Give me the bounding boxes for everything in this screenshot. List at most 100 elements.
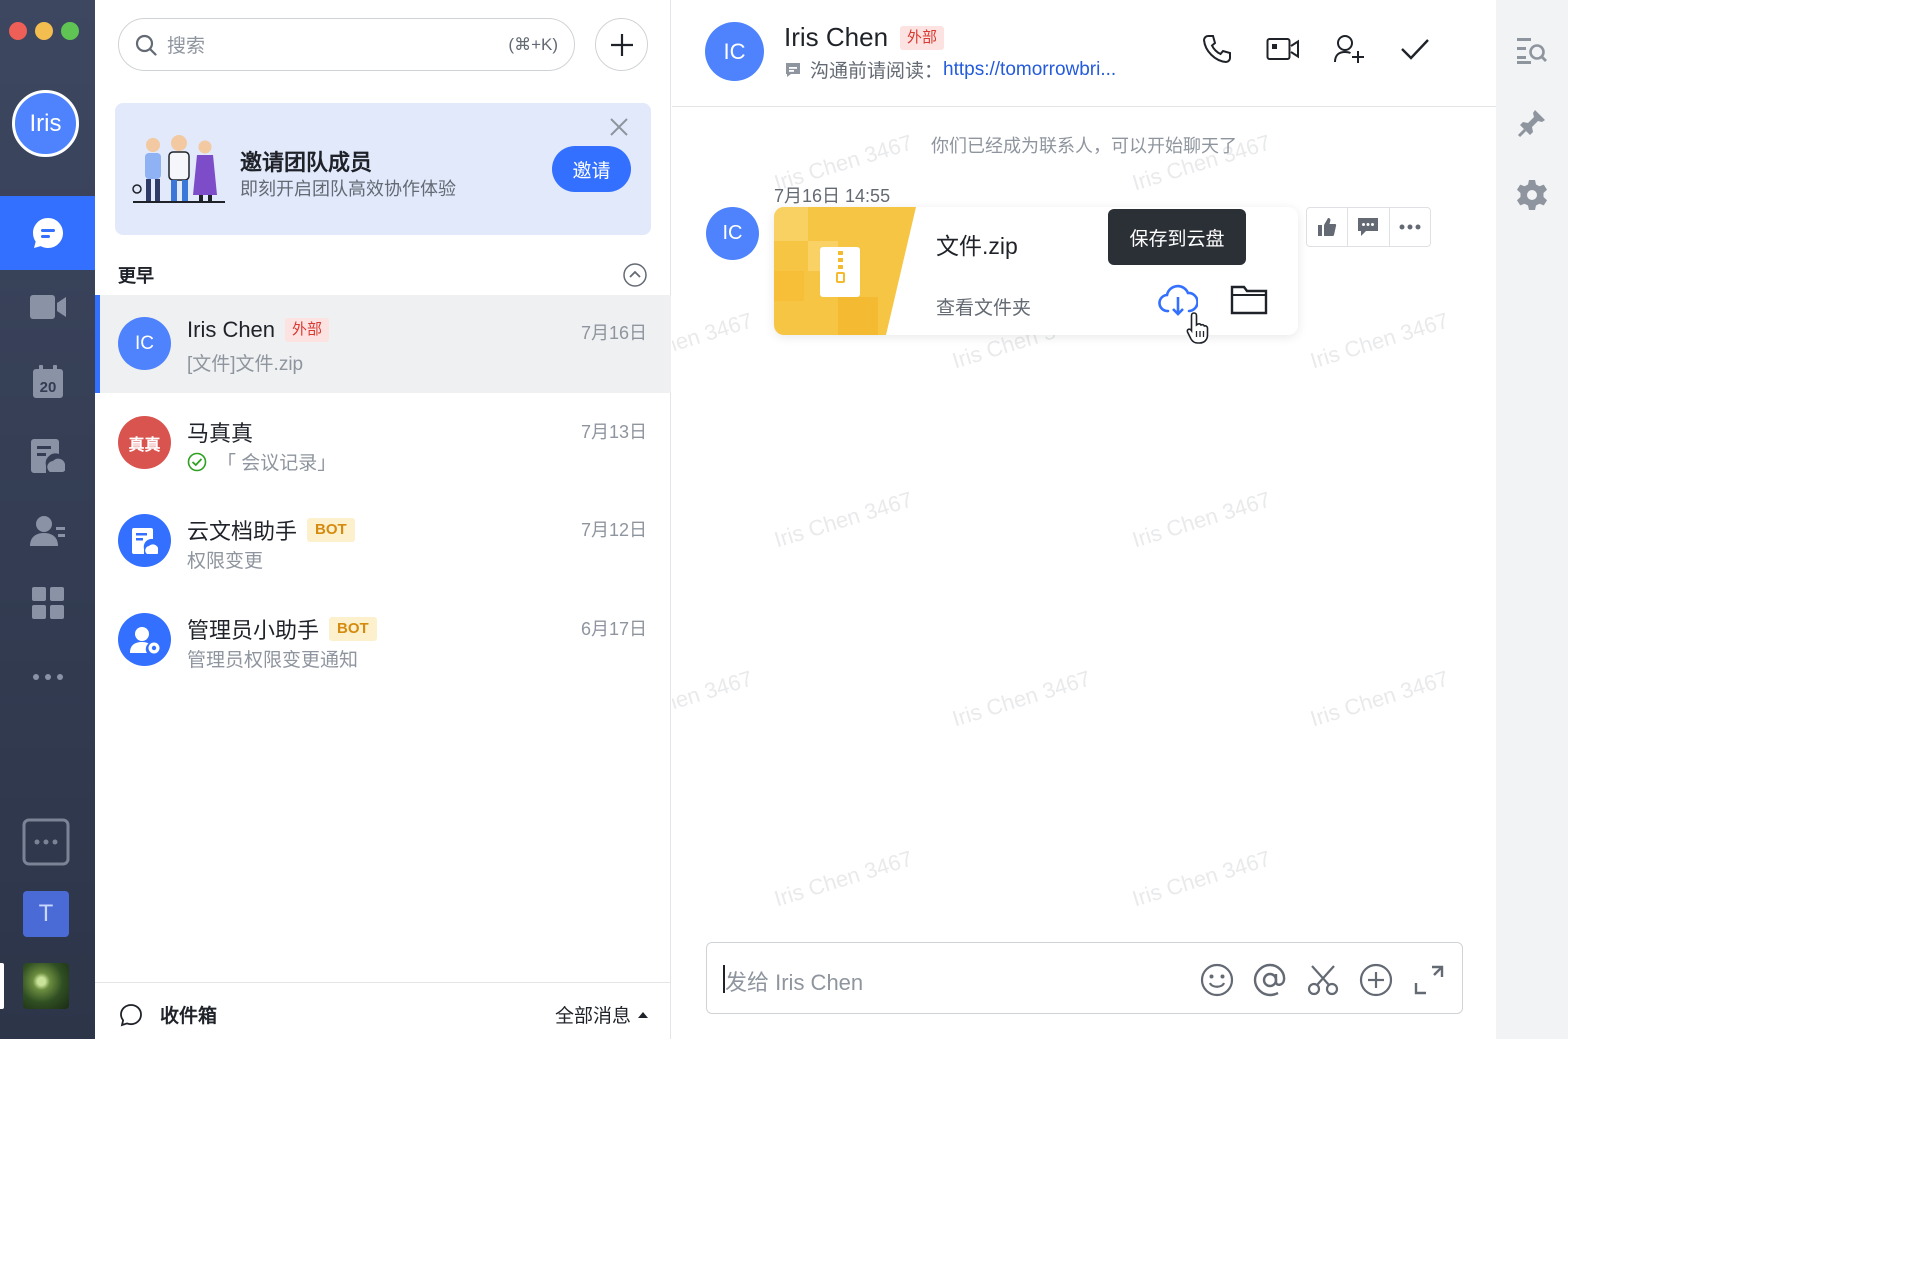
- conversation-title: 马真真: [187, 416, 253, 448]
- invite-banner: 邀请团队成员 即刻开启团队高效协作体验 邀请: [115, 103, 651, 235]
- emoji-button[interactable]: [1199, 962, 1234, 997]
- conversation-row-admin-assistant[interactable]: 管理员小助手 BOT 6月17日 管理员权限变更通知: [95, 591, 671, 689]
- settings-gear-icon: [1517, 180, 1547, 210]
- thumbs-up-icon: [1318, 218, 1337, 236]
- sender-avatar[interactable]: IC: [706, 207, 759, 260]
- search-box[interactable]: 搜索 (⌘+K): [118, 18, 575, 71]
- reply-button[interactable]: [1348, 208, 1390, 246]
- contact-avatar[interactable]: IC: [705, 22, 764, 81]
- video-call-button[interactable]: [1266, 32, 1300, 66]
- check-circle-icon: [187, 452, 207, 471]
- avatar: [118, 613, 171, 666]
- view-folder-link[interactable]: 查看文件夹: [936, 293, 1031, 320]
- file-name[interactable]: 文件.zip: [936, 227, 1018, 261]
- conversation-row-ma-zhenzhen[interactable]: 真真 马真真 7月13日 「 会议记录」: [95, 394, 671, 492]
- video-call-icon: [1266, 38, 1299, 60]
- thumbs-up-button[interactable]: [1307, 208, 1349, 246]
- plus-circle-icon: [1359, 963, 1392, 996]
- composer-placeholder: 发给 Iris Chen: [725, 970, 864, 995]
- composer-toolbar: [1199, 962, 1446, 997]
- zoom-window-button[interactable]: [61, 22, 79, 40]
- conversation-row-iris-chen[interactable]: IC Iris Chen 外部 7月16日 [文件]文件.zip: [95, 295, 671, 393]
- watermark: Iris Chen 3467: [672, 307, 756, 374]
- contacts-icon: [29, 516, 65, 546]
- phone-icon: [1202, 35, 1231, 64]
- calendar-day-label: 20: [39, 379, 56, 396]
- message-timestamp: 7月16日 14:55: [774, 186, 891, 206]
- filter-label: 全部消息: [554, 1006, 631, 1027]
- close-window-button[interactable]: [9, 22, 27, 40]
- watermark: Iris Chen 3467: [1307, 307, 1452, 374]
- search-placeholder: 搜索: [167, 36, 206, 57]
- contact-name[interactable]: Iris Chen: [784, 22, 888, 53]
- pin-button[interactable]: [1516, 107, 1548, 139]
- watermark: Iris Chen 3467: [1307, 665, 1452, 732]
- account-photo-avatar[interactable]: [23, 963, 69, 1009]
- conversation-preview-line: 「 会议记录」: [187, 448, 336, 475]
- expand-editor-button[interactable]: [1411, 962, 1446, 997]
- collapse-section-icon[interactable]: [623, 263, 647, 287]
- pin-icon: [1517, 110, 1545, 138]
- more-apps-box-icon[interactable]: [22, 818, 70, 866]
- nav-rail: Iris 20 T: [0, 0, 95, 1039]
- external-tag: 外部: [285, 318, 330, 342]
- message-filter-dropdown[interactable]: 全部消息: [555, 1001, 649, 1028]
- conversation-preview: 权限变更: [187, 551, 264, 572]
- avatar: 真真: [118, 416, 171, 469]
- minimize-window-button[interactable]: [35, 22, 53, 40]
- conversation-date: 7月12日: [580, 520, 647, 540]
- admin-bot-icon: [129, 626, 159, 653]
- profile-avatar[interactable]: Iris: [12, 90, 79, 157]
- zip-file-icon: [774, 207, 916, 335]
- message-composer[interactable]: 发给 Iris Chen: [706, 942, 1463, 1014]
- create-button[interactable]: [595, 18, 648, 71]
- system-message: 你们已经成为联系人，可以开始聊天了: [931, 136, 1237, 156]
- message-note-icon: [786, 62, 800, 77]
- inbox-label[interactable]: 收件箱: [160, 1001, 217, 1028]
- mention-button[interactable]: [1252, 962, 1287, 997]
- search-history-button[interactable]: [1516, 34, 1548, 66]
- nav-workplace[interactable]: [0, 566, 95, 640]
- nav-contacts[interactable]: [0, 494, 95, 568]
- watermark: Iris Chen 3467: [672, 665, 756, 732]
- doc-bot-icon: [131, 527, 158, 554]
- more-attach-button[interactable]: [1358, 962, 1393, 997]
- checkmark-icon: [1401, 39, 1429, 60]
- active-account-indicator: [0, 963, 4, 1009]
- voice-call-button[interactable]: [1200, 32, 1234, 66]
- team-illustration-icon: [132, 135, 225, 203]
- avatar: [118, 514, 171, 567]
- conversation-row-doc-assistant[interactable]: 云文档助手 BOT 7月12日 权限变更: [95, 492, 671, 590]
- screenshot-button[interactable]: [1305, 962, 1340, 997]
- nav-docs[interactable]: [0, 419, 95, 493]
- add-member-button[interactable]: [1332, 32, 1366, 66]
- team-avatar[interactable]: T: [23, 891, 69, 937]
- nav-video[interactable]: [0, 270, 95, 344]
- invite-button[interactable]: 邀请: [552, 146, 631, 192]
- mark-done-button[interactable]: [1398, 32, 1432, 66]
- watermark: Iris Chen 3467: [1129, 845, 1274, 912]
- nav-more[interactable]: [0, 640, 95, 714]
- nav-messages[interactable]: [0, 196, 95, 270]
- notice-link[interactable]: https://tomorrowbri...: [943, 59, 1116, 81]
- notice-label: 沟通前请阅读：: [810, 61, 944, 82]
- nav-calendar[interactable]: 20: [0, 345, 95, 419]
- close-banner-icon[interactable]: [609, 117, 629, 137]
- banner-subtitle: 即刻开启团队高效协作体验: [240, 179, 456, 199]
- conversation-title: 管理员小助手 BOT: [187, 613, 377, 645]
- conversation-title: Iris Chen 外部: [187, 317, 330, 343]
- caret-up-icon: [638, 1011, 648, 1018]
- search-shortcut: (⌘+K): [508, 34, 558, 54]
- conversation-date: 7月13日: [580, 422, 647, 442]
- video-camera-icon: [29, 295, 66, 319]
- chat-settings-button[interactable]: [1516, 179, 1548, 211]
- avatar: IC: [118, 317, 171, 370]
- chat-header-actions: [1200, 32, 1432, 66]
- section-label-earlier: 更早: [118, 266, 154, 286]
- external-tag: 外部: [900, 25, 945, 50]
- conversation-preview: 「 会议记录」: [217, 453, 337, 474]
- list-footer: 收件箱 全部消息: [95, 982, 671, 1039]
- more-actions-button[interactable]: [1390, 208, 1430, 246]
- watermark: Iris Chen 3467: [771, 845, 916, 912]
- open-folder-icon[interactable]: [1230, 285, 1268, 315]
